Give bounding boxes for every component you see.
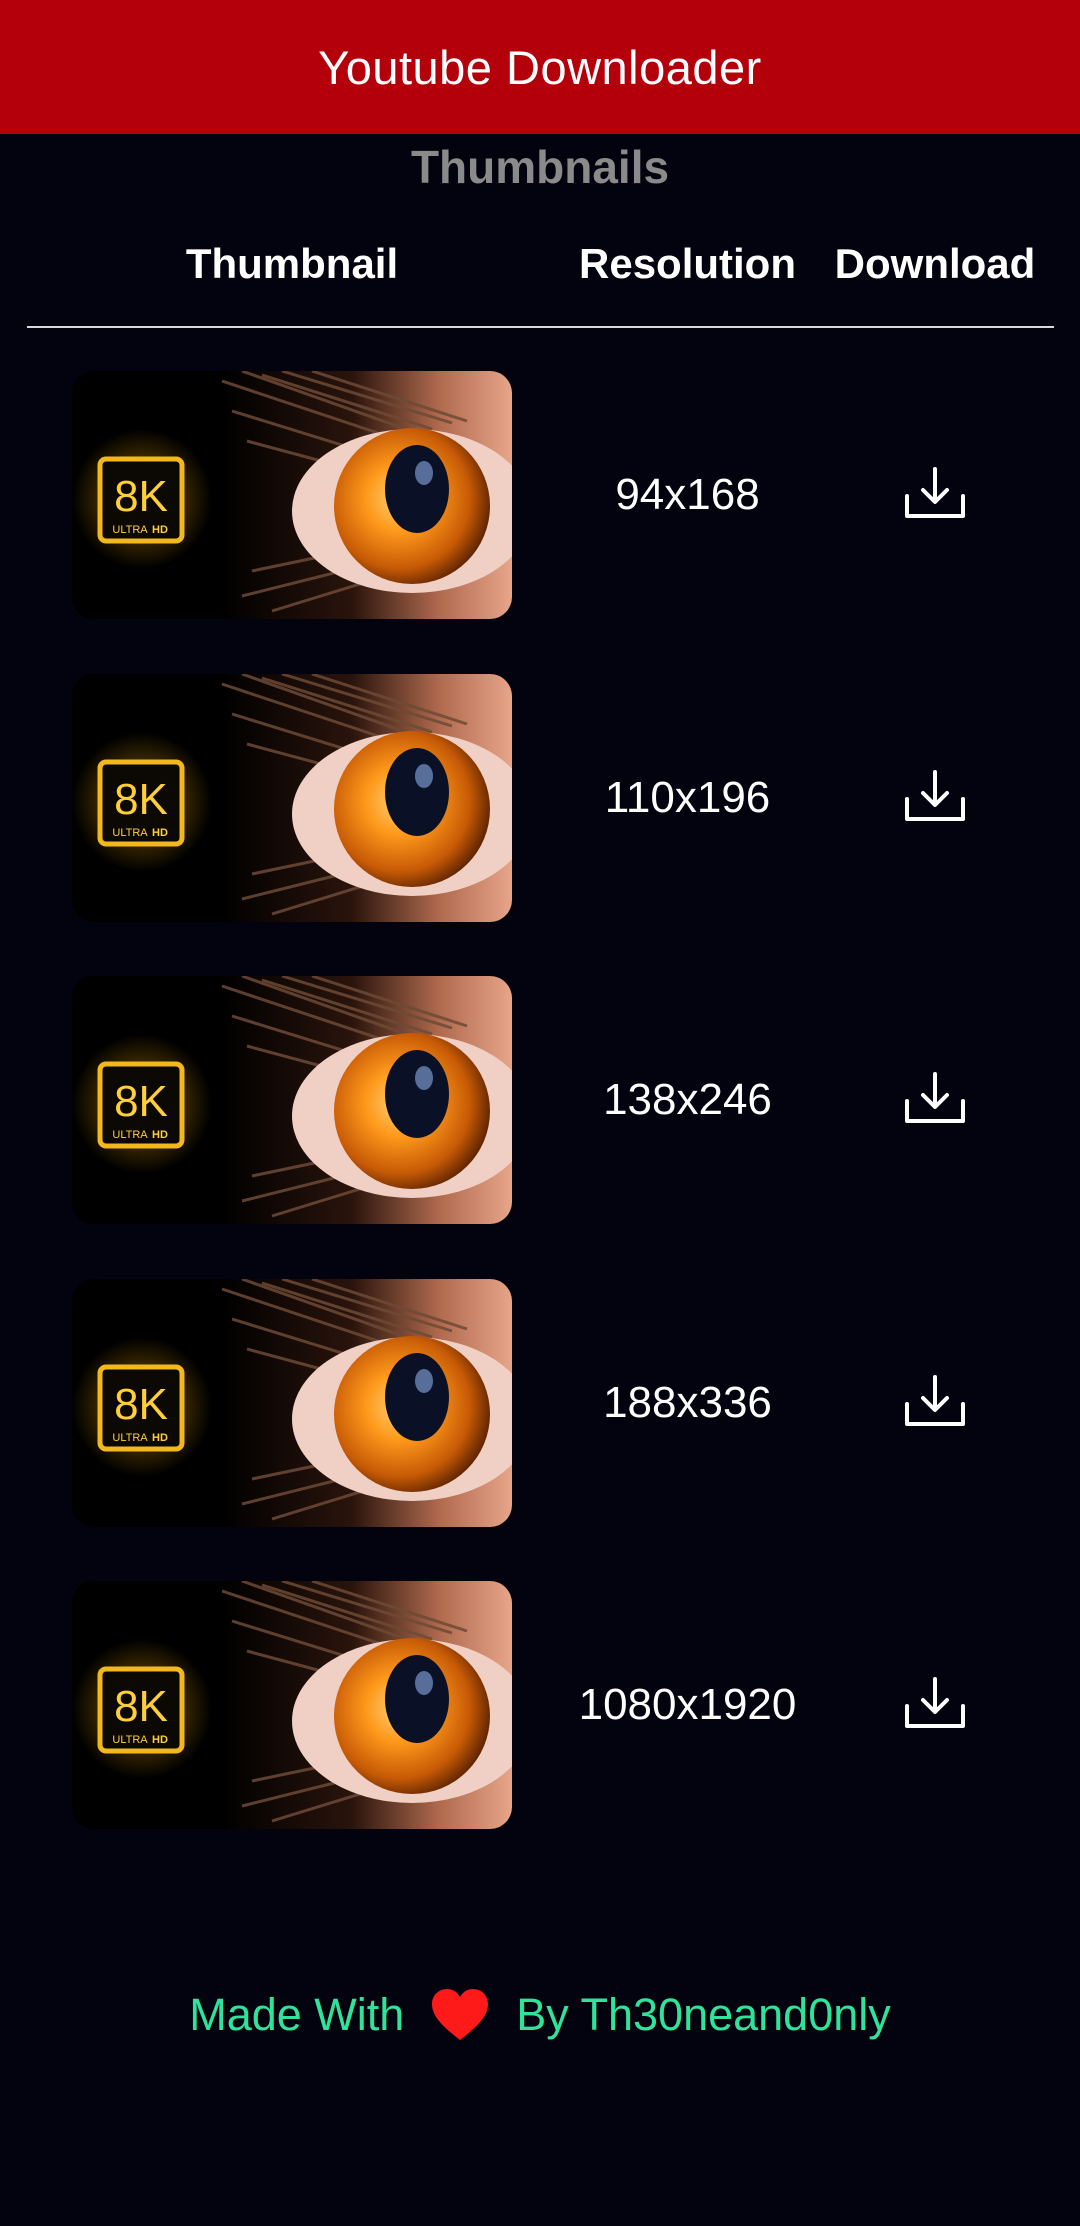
heart-icon [430, 1988, 490, 2042]
svg-text:8K: 8K [114, 1077, 168, 1126]
svg-text:8K: 8K [114, 775, 168, 824]
header-divider [27, 326, 1054, 328]
download-icon [904, 1374, 966, 1433]
resolution-text: 110x196 [604, 773, 771, 822]
download-icon [904, 1071, 966, 1130]
download-button[interactable] [895, 465, 975, 525]
footer-made-with: Made With [189, 1989, 405, 2040]
download-button[interactable] [895, 1373, 975, 1433]
resolution-text: 94x168 [615, 470, 760, 519]
svg-text:ULTRA: ULTRA [112, 827, 148, 839]
download-button[interactable] [895, 768, 975, 828]
svg-text:8K: 8K [114, 1380, 168, 1429]
thumbnail-image: 8K ULTRA HD [72, 1581, 512, 1829]
resolution-text: 188x336 [603, 1378, 772, 1427]
app-title: Youtube Downloader [318, 40, 762, 94]
download-icon [904, 466, 966, 525]
download-icon [905, 1374, 965, 1426]
svg-text:HD: HD [152, 1734, 168, 1746]
footer-author: By Th30neand0nly [516, 1989, 891, 2040]
svg-text:ULTRA: ULTRA [112, 1432, 148, 1444]
svg-text:HD: HD [152, 524, 168, 536]
table-row: 8K ULTRA HD 188x336 [0, 1279, 1080, 1527]
table-header: Thumbnail Resolution Download [0, 240, 1080, 300]
svg-text:ULTRA: ULTRA [112, 1129, 148, 1141]
thumbnail-image: 8K ULTRA HD [72, 371, 512, 619]
footer-credit: Made With By Th30neand0nly [0, 1980, 1080, 2050]
svg-text:ULTRA: ULTRA [112, 524, 148, 536]
thumbnail-image: 8K ULTRA HD [72, 1279, 512, 1527]
resolution-text: 1080x1920 [578, 1680, 797, 1729]
download-icon [905, 1071, 965, 1123]
column-header-resolution: Resolution [579, 240, 796, 287]
resolution-text: 138x246 [603, 1075, 772, 1124]
svg-text:HD: HD [152, 1432, 168, 1444]
svg-text:8K: 8K [114, 1682, 168, 1731]
download-button[interactable] [895, 1070, 975, 1130]
download-icon [904, 769, 966, 828]
section-title: Thumbnails [410, 141, 670, 193]
thumbnail-image: 8K ULTRA HD [72, 674, 512, 922]
table-row: 8K ULTRA HD 138x246 [0, 976, 1080, 1224]
download-icon [905, 769, 965, 821]
column-header-download: Download [834, 240, 1036, 287]
download-icon [904, 1676, 966, 1735]
app-header: Youtube Downloader [0, 0, 1080, 134]
table-row: 8K ULTRA HD 94x168 [0, 371, 1080, 619]
download-icon [905, 466, 965, 518]
table-row: 8K ULTRA HD 110x196 [0, 674, 1080, 922]
download-button[interactable] [895, 1675, 975, 1735]
svg-text:HD: HD [152, 1129, 168, 1141]
download-icon [905, 1676, 965, 1728]
table-row: 8K ULTRA HD 1080x1920 [0, 1581, 1080, 1829]
thumbnail-image: 8K ULTRA HD [72, 976, 512, 1224]
svg-text:ULTRA: ULTRA [112, 1734, 148, 1746]
column-header-thumbnail: Thumbnail [185, 240, 399, 287]
svg-text:8K: 8K [114, 472, 168, 521]
svg-text:HD: HD [152, 827, 168, 839]
